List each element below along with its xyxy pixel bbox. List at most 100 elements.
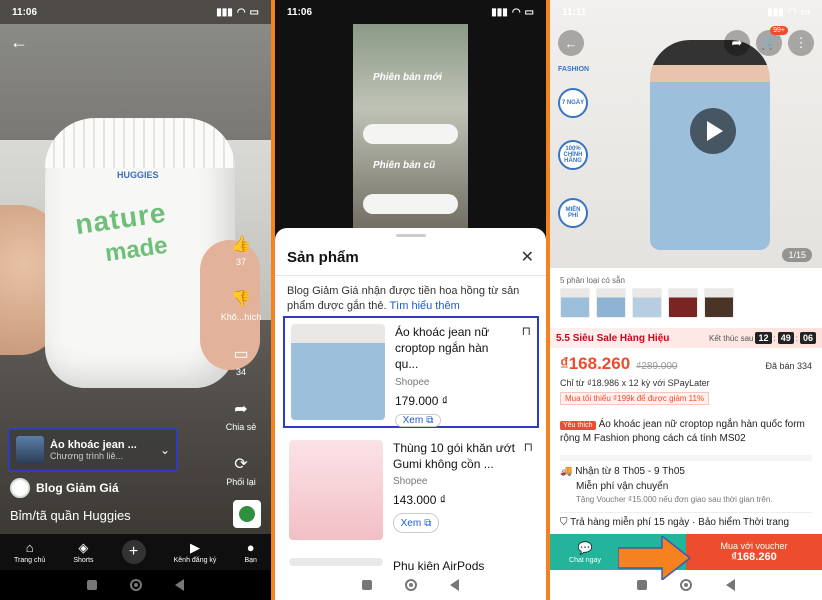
variant-thumb[interactable] [560, 288, 590, 318]
video-label-old: Phiên bản cũ [373, 160, 436, 171]
product-card[interactable]: Áo khoác jean nữ croptop ngắn hàn qu... … [283, 316, 539, 428]
product-chip[interactable]: Áo khoác jean ... Chương trình liê... ⌄ [8, 428, 178, 472]
flash-sale-bar[interactable]: 5.5 Siêu Sale Hàng Hiệu Kết thúc sau 12:… [550, 328, 822, 348]
remix-button[interactable]: ⟳ Phối lại [226, 456, 256, 487]
product-price: 143.000 ₫ [393, 493, 446, 508]
current-price: ₫168.260 [560, 354, 631, 373]
products-sheet: Sản phẩm ✕ Blog Giảm Giá nhận được tiền … [275, 228, 546, 572]
nav-subscriptions[interactable]: ▶ Kênh đăng ký [173, 540, 217, 564]
signal-icon: ▮▮▮ [767, 6, 784, 18]
min-spend-badge: Mua tối thiểu ₫199k để được giảm 11% [560, 392, 710, 405]
product-price: 179.000 ₫ [395, 393, 448, 408]
sound-thumbnail[interactable] [233, 500, 261, 528]
back-icon[interactable] [175, 579, 185, 591]
back-icon[interactable] [450, 579, 460, 591]
product-chip-title: Áo khoác jean ... [50, 439, 137, 451]
like-count: 37 [235, 257, 246, 267]
product-shop: Shopee [395, 376, 430, 388]
back-arrow-icon[interactable]: ← [10, 32, 28, 53]
more-icon[interactable]: ⋮ [788, 30, 814, 56]
like-button[interactable]: 👍 37 [231, 236, 251, 267]
product-image [289, 558, 383, 566]
countdown-minutes: 49 [777, 332, 794, 344]
external-link-icon: ⧉ [426, 414, 434, 426]
variant-thumb[interactable] [668, 288, 698, 318]
favorite-tag: Yêu thích [560, 421, 596, 430]
dislike-icon: 👎 [231, 291, 251, 308]
free-ship-badge-icon: MIỄN PHÍ [558, 198, 588, 228]
video-preview[interactable]: Phiên bản mới Phiên bản cũ [353, 24, 468, 234]
wifi-icon: ◠ [511, 6, 521, 18]
page-indicator: 1/15 [782, 248, 812, 262]
recents-icon[interactable] [86, 580, 97, 590]
home-button-icon[interactable] [680, 579, 693, 591]
product-image [289, 440, 383, 540]
product-title: Áo khoác jean nữ croptop ngắn hàn quốc f… [560, 419, 805, 444]
bookmark-icon[interactable]: ⊓ [524, 440, 533, 454]
countdown: Kết thúc sau 12: 49: 06 [709, 332, 816, 344]
variant-thumb[interactable] [704, 288, 734, 318]
cart-icon[interactable]: 🛒 99+ [756, 26, 788, 56]
product-card[interactable]: Thùng 10 gói khăn ướt Gumi không cồn ...… [283, 434, 539, 546]
channel-info[interactable]: Blog Giảm Giá [10, 478, 119, 498]
original-price: ₫289.000 [636, 361, 678, 372]
installment-info[interactable]: Chỉ từ ₫18.986 x 12 kỳ với SPayLater [560, 378, 812, 388]
variant-thumb[interactable] [632, 288, 662, 318]
product-image [291, 324, 385, 420]
battery-icon: ▭ [249, 6, 259, 18]
dislike-button[interactable]: 👎 Khô...hích [221, 291, 262, 322]
nav-shorts[interactable]: ◈ Shorts [73, 539, 93, 564]
create-icon: + [121, 540, 146, 564]
status-icons: ▮▮▮ ◠ ▭ [491, 7, 534, 18]
nav-subscriptions-label: Kênh đăng ký [173, 556, 217, 564]
status-bar: 11:06 ▮▮▮ ◠ ▭ [0, 0, 271, 24]
diaper-print-made: made [103, 231, 170, 268]
bookmark-icon[interactable]: ⊓ [522, 324, 531, 338]
close-icon[interactable]: ✕ [521, 247, 534, 267]
buy-label: Mua với voucher [720, 541, 788, 551]
share-icon[interactable]: ➦ [724, 30, 750, 56]
buy-with-voucher-button[interactable]: Mua với voucher ₫168.260 [686, 534, 822, 570]
delivery-date: Nhận từ 8 Th05 - 9 Th05 [575, 466, 685, 477]
nav-create[interactable]: + [121, 540, 146, 564]
product-thumbnail [16, 436, 44, 464]
channel-avatar [10, 478, 30, 498]
video-caption: Bỉm/tã quần Huggies [10, 508, 131, 523]
learn-more-link[interactable]: Tìm hiểu thêm [389, 300, 459, 312]
product-title: Thùng 10 gói khăn ướt Gumi không cồn ... [393, 441, 515, 472]
chevron-down-icon[interactable]: ⌄ [160, 443, 170, 457]
back-arrow-icon[interactable]: ← [558, 30, 584, 56]
recents-icon[interactable] [636, 580, 647, 590]
status-bar: 11:06 ▮▮▮ ◠ ▭ [275, 0, 546, 24]
back-icon[interactable] [726, 579, 736, 591]
shipping-voucher-note: Tặng Voucher ₫15.000 nếu đơn giao sau th… [576, 495, 773, 504]
shorts-icon: ◈ [78, 539, 89, 555]
variant-thumb[interactable] [596, 288, 626, 318]
home-button-icon[interactable] [129, 579, 142, 591]
view-button[interactable]: Xem ⧉ [393, 513, 439, 534]
wifi-icon: ◠ [787, 6, 797, 18]
nav-you[interactable]: ● Bạn [244, 540, 256, 564]
comment-button[interactable]: ▭ 34 [231, 346, 251, 377]
shipping-info[interactable]: 🚚 Nhận từ 8 Th05 - 9 Th05 Miễn phí vận c… [560, 455, 812, 506]
play-icon[interactable] [690, 108, 736, 154]
status-time: 11:11 [562, 6, 587, 18]
system-navigation [275, 570, 546, 600]
truck-icon: 🚚 [560, 466, 573, 477]
video-pad-old [363, 194, 458, 214]
returns-info[interactable]: ⛉ Trả hàng miễn phí 15 ngày · Bảo hiểm T… [560, 512, 812, 528]
top-actions: ← ➦ 🛒 99+ ⋮ [558, 26, 814, 56]
nav-home[interactable]: ⌂ Trang chủ [14, 540, 45, 564]
share-button[interactable]: ➦ Chia sẻ [226, 401, 257, 432]
countdown-label: Kết thúc sau [709, 333, 754, 343]
recents-icon[interactable] [361, 580, 372, 590]
remix-label: Phối lại [226, 477, 256, 487]
home-button-icon[interactable] [404, 579, 417, 591]
signal-icon: ▮▮▮ [491, 6, 508, 18]
sheet-title: Sản phẩm [287, 248, 359, 266]
returns-text: Trả hàng miễn phí 15 ngày · Bảo hiểm Thờ… [570, 517, 790, 528]
product-card[interactable]: Phụ kiện AirPods [283, 552, 539, 572]
chat-button[interactable]: 💬 Chat ngay [550, 534, 620, 570]
channel-name: Blog Giảm Giá [36, 481, 119, 495]
view-button[interactable]: Xem ⧉ [395, 413, 441, 427]
